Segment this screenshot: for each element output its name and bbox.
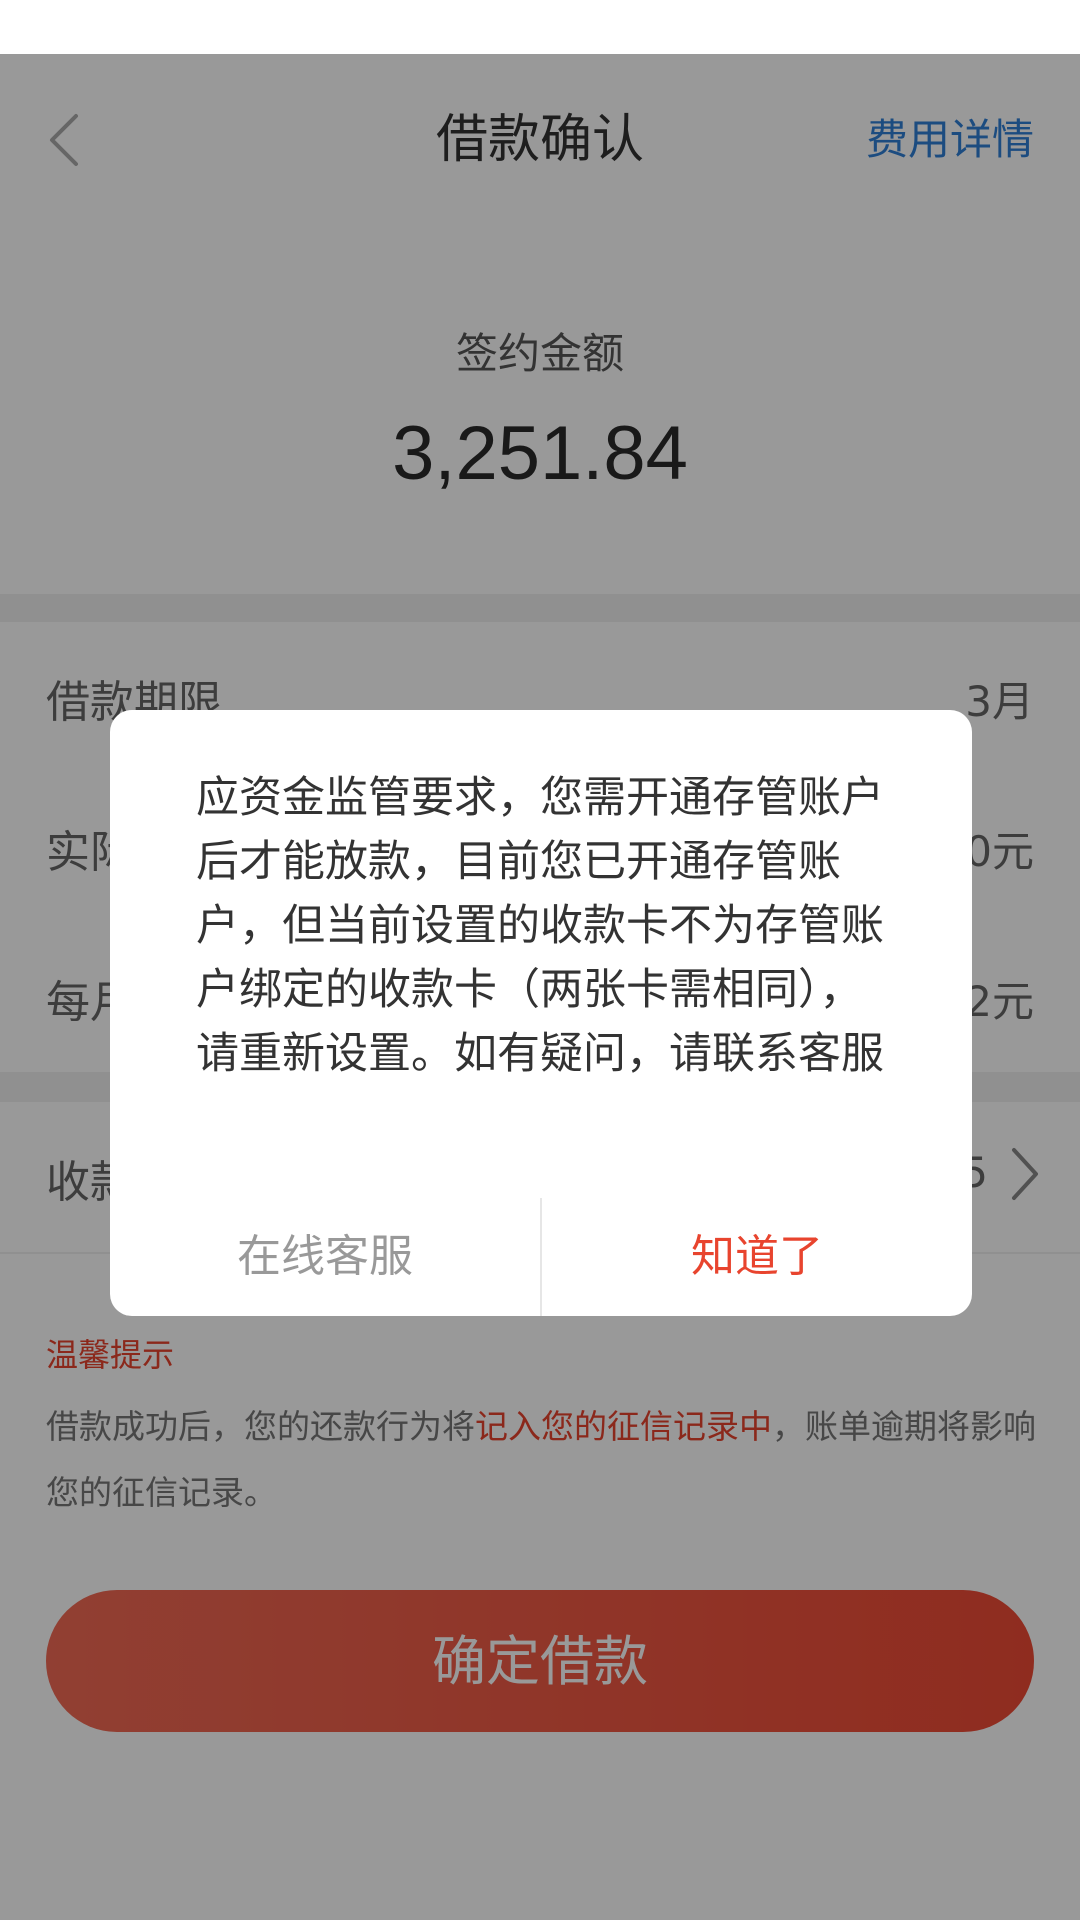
screen: 借款确认 费用详情 签约金额 3,251.84 借款期限 3月 实际到账 0元 …	[0, 0, 1080, 1920]
online-service-button[interactable]: 在线客服	[110, 1198, 540, 1316]
status-bar	[0, 0, 1080, 54]
dialog-message: 应资金监管要求，您需开通存管账户后才能放款，目前您已开通存管账户，但当前设置的收…	[196, 773, 884, 1079]
dialog-actions: 在线客服 知道了	[110, 1198, 972, 1316]
alert-dialog: 应资金监管要求，您需开通存管账户后才能放款，目前您已开通存管账户，但当前设置的收…	[110, 710, 972, 1316]
got-it-button[interactable]: 知道了	[542, 1198, 972, 1316]
